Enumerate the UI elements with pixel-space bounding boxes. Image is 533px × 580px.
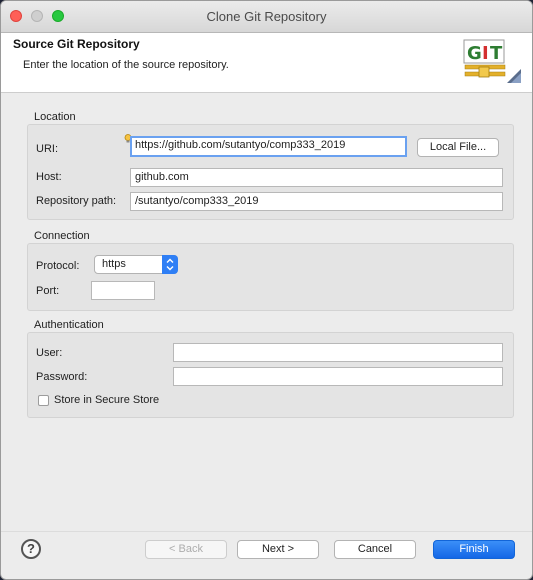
clone-git-repository-dialog: Clone Git Repository Source Git Reposito…: [0, 0, 533, 580]
port-label: Port:: [36, 285, 60, 297]
title-bar[interactable]: Clone Git Repository: [1, 1, 532, 33]
authentication-group: User: Password: Store in Secure Store: [27, 332, 514, 418]
password-input[interactable]: [173, 367, 503, 386]
host-label: Host:: [36, 171, 62, 183]
finish-button[interactable]: Finish: [433, 540, 515, 559]
git-logo-letter-t: T: [490, 43, 503, 64]
protocol-label: Protocol:: [36, 260, 80, 272]
location-group: URI: https://github.com/sutantyo/comp333…: [27, 124, 514, 220]
authentication-section-label: Authentication: [34, 319, 104, 331]
protocol-select-value: https: [102, 258, 126, 270]
repository-path-label: Repository path:: [36, 195, 117, 207]
wizard-banner: Source Git Repository Enter the location…: [1, 33, 532, 93]
window-title: Clone Git Repository: [206, 9, 327, 24]
help-button[interactable]: ?: [21, 539, 41, 559]
secure-store-label[interactable]: Store in Secure Store: [54, 394, 159, 406]
uri-input[interactable]: https://github.com/sutantyo/comp333_2019: [130, 136, 407, 157]
cancel-button[interactable]: Cancel: [334, 540, 416, 559]
protocol-select[interactable]: https: [94, 255, 178, 274]
uri-label: URI:: [36, 143, 58, 155]
user-input[interactable]: [173, 343, 503, 362]
location-section-label: Location: [34, 111, 76, 123]
footer-divider: [1, 531, 532, 532]
page-description: Enter the location of the source reposit…: [23, 59, 229, 71]
local-file-button[interactable]: Local File...: [417, 138, 499, 157]
connection-section-label: Connection: [34, 230, 90, 242]
password-label: Password:: [36, 371, 88, 383]
updown-chevron-icon: [162, 255, 178, 274]
next-button[interactable]: Next >: [237, 540, 319, 559]
secure-store-checkbox[interactable]: [38, 395, 49, 406]
port-input[interactable]: [91, 281, 155, 300]
host-input[interactable]: github.com: [130, 168, 503, 187]
page-title: Source Git Repository: [13, 37, 140, 51]
git-logo-icon: G I T: [463, 39, 521, 83]
git-logo-letter-g: G: [467, 43, 482, 64]
connection-group: Protocol: https Port:: [27, 243, 514, 311]
git-logo-letter-i: I: [482, 43, 489, 64]
user-label: User:: [36, 347, 63, 359]
back-button[interactable]: < Back: [145, 540, 227, 559]
repository-path-input[interactable]: /sutantyo/comp333_2019: [130, 192, 503, 211]
